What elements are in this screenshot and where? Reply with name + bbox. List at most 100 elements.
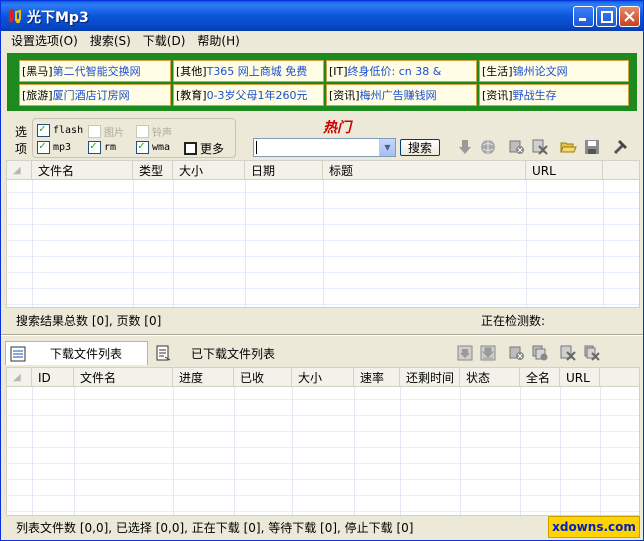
rm-checkbox[interactable]: rm <box>88 139 116 154</box>
checkbox-label: wma <box>152 142 171 153</box>
delete-all-icon[interactable] <box>583 344 601 362</box>
column-gridline <box>133 180 134 307</box>
move-bottom-icon[interactable] <box>479 344 497 362</box>
more-checkbox[interactable]: 更多 <box>184 140 224 157</box>
ad-link[interactable]: [教育] 0-3岁父母1年260元 <box>173 84 324 106</box>
maximize-button[interactable] <box>596 6 617 27</box>
menu-bar: 设置选项(O) 搜索(S) 下载(D) 帮助(H) <box>1 31 643 50</box>
menu-search[interactable]: 搜索(S) <box>84 32 137 49</box>
tab-download-list[interactable]: 下载文件列表 <box>5 341 148 365</box>
results-col-type[interactable]: 类型 <box>133 161 173 180</box>
ad-text[interactable]: 锦州论文网 <box>513 63 568 79</box>
delete-task-icon[interactable] <box>559 344 577 362</box>
results-col-filename[interactable]: 文件名 <box>32 161 133 180</box>
menu-settings[interactable]: 设置选项(O) <box>5 32 84 49</box>
brand-badge[interactable]: xdowns.com <box>548 516 640 538</box>
globe-download-icon[interactable] <box>479 138 497 156</box>
ad-tag: [资讯] <box>482 89 513 102</box>
download-col-url[interactable]: URL <box>560 368 600 387</box>
checkbox-label: 更多 <box>200 142 225 156</box>
mp3-checkbox[interactable]: mp3 <box>37 139 71 154</box>
results-summary: 搜索结果总数 [0], 页数 [0] <box>16 313 162 328</box>
column-gridline <box>32 180 33 307</box>
ad-panel: [黑马] 第二代智能交换网 [其他] T365 网上商城 免费 [IT] 终身低价: … <box>7 53 637 111</box>
hot-logo[interactable]: 热门 <box>323 117 351 137</box>
column-gridline <box>323 180 324 307</box>
stop-icon[interactable] <box>508 138 526 156</box>
minimize-button[interactable] <box>573 6 594 27</box>
ad-tag: [教育] <box>176 89 207 102</box>
results-col-title[interactable]: 标题 <box>323 161 526 180</box>
close-button[interactable] <box>619 6 640 27</box>
download-col-id[interactable]: ID <box>32 368 74 387</box>
download-arrow-icon[interactable] <box>456 138 474 156</box>
sort-column-icon[interactable]: ◢ <box>7 161 32 180</box>
column-gridline <box>173 180 174 307</box>
column-gridline <box>603 180 604 307</box>
download-col-received[interactable]: 已收 <box>234 368 292 387</box>
title-bar[interactable]: 光下Mp3 <box>1 1 643 31</box>
dropdown-arrow-icon[interactable]: ▼ <box>379 139 395 156</box>
ad-text[interactable]: 第二代智能交换网 <box>53 63 141 79</box>
download-status-bar: 列表文件数 [0,0], 已选择 [0,0], 正在下载 [0], 等待下载 [… <box>6 516 640 538</box>
flash-checkbox[interactable]: flash <box>37 122 83 137</box>
main-window: 光下Mp3 设置选项(O) 搜索(S) 下载(D) 帮助(H) [黑马] 第二代智… <box>0 0 644 541</box>
splitter[interactable] <box>1 334 643 336</box>
delete-icon[interactable] <box>531 138 549 156</box>
move-down-icon[interactable] <box>456 344 474 362</box>
save-icon[interactable] <box>583 138 601 156</box>
download-col-status[interactable]: 状态 <box>460 368 520 387</box>
search-button[interactable]: 搜索 <box>400 139 440 156</box>
ad-text[interactable]: 终身低价: cn 38 & <box>348 63 442 79</box>
download-col-remaining[interactable]: 还剩时间 <box>400 368 460 387</box>
document-list-icon <box>156 345 171 361</box>
ad-link[interactable]: [IT] 终身低价: cn 38 & <box>326 60 477 82</box>
options-label-top: 选 <box>15 125 28 139</box>
checkbox-label: 铃声 <box>152 128 172 139</box>
settings-hammer-icon[interactable] <box>612 137 630 155</box>
checkbox-label: 图片 <box>104 128 124 139</box>
column-gridline <box>173 387 174 515</box>
download-col-filler <box>600 368 639 387</box>
download-table[interactable]: ◢ ID 文件名 进度 已收 大小 速率 还剩时间 状态 全名 URL <box>6 367 640 516</box>
ad-text[interactable]: 厦门酒店订房网 <box>53 87 130 103</box>
download-col-progress[interactable]: 进度 <box>173 368 234 387</box>
ad-link[interactable]: [旅游] 厦门酒店订房网 <box>19 84 171 106</box>
menu-download[interactable]: 下载(D) <box>137 32 192 49</box>
results-col-size[interactable]: 大小 <box>173 161 245 180</box>
column-gridline <box>600 387 601 515</box>
ad-link[interactable]: [资讯] 梅州广告赚钱网 <box>326 84 477 106</box>
ad-text[interactable]: T365 网上商城 免费 <box>207 63 308 79</box>
search-input[interactable]: ▼ <box>253 138 396 157</box>
download-col-speed[interactable]: 速率 <box>354 368 400 387</box>
image-checkbox[interactable]: 图片 <box>88 124 124 139</box>
stop-task-icon[interactable] <box>508 344 526 362</box>
column-gridline <box>32 387 33 515</box>
column-gridline <box>520 387 521 515</box>
results-col-url[interactable]: URL <box>526 161 603 180</box>
ad-text[interactable]: 梅州广告赚钱网 <box>360 87 437 103</box>
open-folder-icon[interactable] <box>559 138 577 156</box>
ad-link[interactable]: [其他] T365 网上商城 免费 <box>173 60 324 82</box>
menu-help[interactable]: 帮助(H) <box>191 32 245 49</box>
download-col-fullname[interactable]: 全名 <box>520 368 560 387</box>
tab-downloaded-list[interactable]: 已下载文件列表 <box>155 341 295 365</box>
ringtone-checkbox[interactable]: 铃声 <box>136 124 172 139</box>
options-label-bottom: 项 <box>15 142 28 156</box>
stop-all-icon[interactable] <box>531 344 549 362</box>
download-table-header: ◢ ID 文件名 进度 已收 大小 速率 还剩时间 状态 全名 URL <box>7 368 639 387</box>
checking-count: 正在检测数: <box>481 313 546 328</box>
ad-link[interactable]: [黑马] 第二代智能交换网 <box>19 60 171 82</box>
column-gridline <box>234 387 235 515</box>
tab-label: 下载文件列表 <box>50 347 123 361</box>
ad-text[interactable]: 野战生存 <box>513 87 557 103</box>
results-col-date[interactable]: 日期 <box>245 161 323 180</box>
wma-checkbox[interactable]: wma <box>136 139 171 154</box>
sort-column-icon[interactable]: ◢ <box>7 368 32 387</box>
ad-text[interactable]: 0-3岁父母1年260元 <box>207 87 308 103</box>
download-col-size[interactable]: 大小 <box>292 368 354 387</box>
download-col-filename[interactable]: 文件名 <box>74 368 173 387</box>
ad-link[interactable]: [资讯] 野战生存 <box>479 84 629 106</box>
results-table[interactable]: ◢ 文件名 类型 大小 日期 标题 URL <box>6 160 640 308</box>
ad-link[interactable]: [生活] 锦州论文网 <box>479 60 629 82</box>
